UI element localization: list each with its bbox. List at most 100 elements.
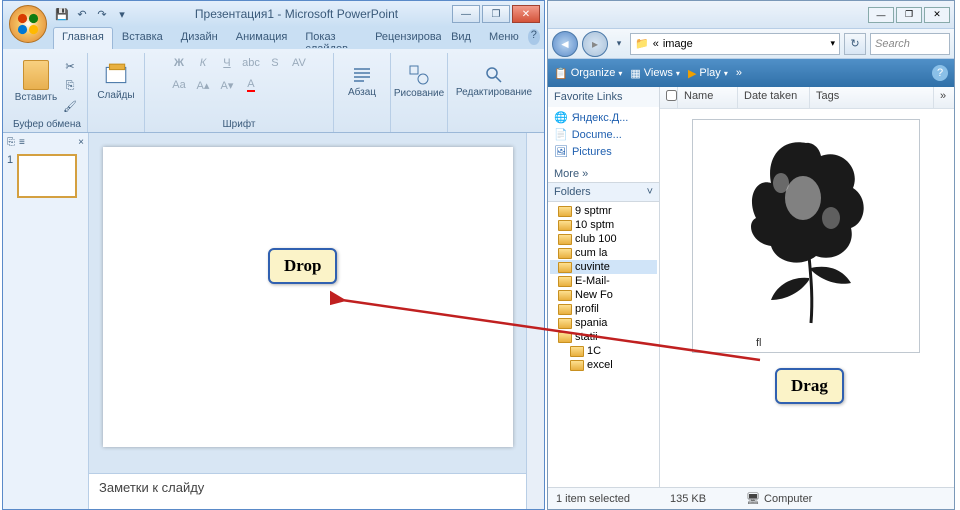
toolbar-help-icon[interactable]: ? [932,65,948,81]
tab-home[interactable]: Главная [53,27,113,49]
toolbar-more[interactable]: » [736,67,742,79]
drawing-button[interactable]: Рисование [397,53,441,109]
ex-close-button[interactable]: ✕ [924,7,950,23]
folder-node[interactable]: spania [550,316,657,330]
editing-button[interactable]: Редактирование [454,53,534,109]
folder-icon [558,304,572,315]
folder-icon [558,276,572,287]
address-bar[interactable]: 📁 « image ▾ [630,33,840,55]
folder-node[interactable]: E-Mail- [550,274,657,288]
refresh-button[interactable]: ↻ [844,33,866,55]
folder-node[interactable]: cum la [550,246,657,260]
minimize-button[interactable]: — [452,5,480,23]
tab-slideshow[interactable]: Показ слайдов [296,27,366,49]
folder-node[interactable]: 9 sptmr [550,204,657,218]
forward-button[interactable]: ▸ [582,31,608,57]
pp-titlebar: 💾 ↶ ↷ ▾ Презентация1 - Microsoft PowerPo… [3,1,544,27]
status-location: Computer [764,493,812,505]
undo-icon[interactable]: ↶ [73,5,91,23]
folder-node[interactable]: club 100 [550,232,657,246]
column-checkbox[interactable] [660,87,678,108]
ribbon-group-clipboard: Вставить ✂ ⎘ 🖌 Буфер обмена [7,53,88,132]
tab-menu[interactable]: Меню [480,27,528,49]
paragraph-button[interactable]: Абзац [340,53,384,109]
copy-icon[interactable]: ⎘ [60,77,80,95]
char-spacing-icon[interactable]: AV [288,53,310,73]
back-button[interactable]: ◄ [552,31,578,57]
play-menu[interactable]: ▶Play▾ [688,67,728,80]
office-button[interactable] [9,5,47,43]
format-painter-icon[interactable]: 🖌 [60,97,80,115]
tab-insert[interactable]: Вставка [113,27,172,49]
outline-tab-thumbnails-icon[interactable]: ⎘ [7,137,15,148]
panel-close-icon[interactable]: × [78,137,84,148]
column-date[interactable]: Date taken [738,87,810,108]
paste-button[interactable]: Вставить [14,53,58,109]
tab-review[interactable]: Рецензирование [366,27,442,49]
folders-header[interactable]: Folders˅ [548,182,659,202]
tab-design[interactable]: Дизайн [172,27,227,49]
slides-button[interactable]: Слайды [94,53,138,109]
slide-canvas[interactable] [89,133,526,473]
folder-icon [558,290,572,301]
underline-icon[interactable]: Ч [216,53,238,73]
favorites-more[interactable]: More » [548,166,659,182]
shadow-icon[interactable]: S [264,53,286,73]
pp-window-title: Презентация1 - Microsoft PowerPoint [143,7,450,21]
folder-node[interactable]: New Fo [550,288,657,302]
column-tags[interactable]: Tags [810,87,934,108]
search-input[interactable]: Search [870,33,950,55]
breadcrumb-current[interactable]: image [663,38,693,50]
folder-node[interactable]: 10 sptm [550,218,657,232]
close-button[interactable]: ✕ [512,5,540,23]
bold-icon[interactable]: Ж [168,53,190,73]
tab-view[interactable]: Вид [442,27,480,49]
folder-icon [558,206,572,217]
column-name[interactable]: Name [678,87,738,108]
help-icon[interactable]: ? [528,29,540,45]
strike-icon[interactable]: abc [240,53,262,73]
image-preview [696,123,916,333]
status-selection: 1 item selected [556,493,630,505]
column-more[interactable]: » [934,87,954,108]
font-grow-icon[interactable]: A▴ [192,75,214,95]
breadcrumb-sep[interactable]: « [653,38,659,50]
file-list[interactable]: fl [660,109,954,487]
qat-dropdown-icon[interactable]: ▾ [113,5,131,23]
address-dropdown-icon[interactable]: ▾ [830,38,835,49]
slide-thumbnail[interactable]: 1 [7,154,84,198]
ex-maximize-button[interactable]: ❐ [896,7,922,23]
ribbon: Вставить ✂ ⎘ 🖌 Буфер обмена Слайды Ж К [3,49,544,133]
folder-node[interactable]: cuvinte [550,260,657,274]
folder-node[interactable]: profil [550,302,657,316]
folder-icon [558,318,572,329]
font-color-icon[interactable]: A [240,75,262,95]
folder-node[interactable]: 1C [550,344,657,358]
folder-node[interactable]: excel [550,358,657,372]
favorite-link[interactable]: 📄Docume... [554,126,653,143]
ribbon-group-font: Ж К Ч abc S AV Aa A▴ A▾ A Шрифт [145,53,334,132]
italic-icon[interactable]: К [192,53,214,73]
favorite-link[interactable]: 🌐Яндекс.Д... [554,109,653,126]
slide[interactable] [103,147,513,447]
save-icon[interactable]: 💾 [53,5,71,23]
views-menu[interactable]: ▦Views▾ [630,67,680,80]
vertical-scrollbar[interactable] [526,133,544,509]
file-name: fl [696,333,916,349]
tab-animation[interactable]: Анимация [227,27,297,49]
redo-icon[interactable]: ↷ [93,5,111,23]
ribbon-group-editing: Редактирование [448,53,540,132]
notes-pane[interactable]: Заметки к слайду [89,473,526,509]
maximize-button[interactable]: ❐ [482,5,510,23]
cut-icon[interactable]: ✂ [60,57,80,75]
nav-history-dropdown-icon[interactable]: ▾ [612,31,626,57]
ex-minimize-button[interactable]: — [868,7,894,23]
file-item[interactable]: fl [692,119,920,353]
organize-menu[interactable]: 📋Organize▾ [554,67,622,80]
ribbon-group-paragraph: Абзац [334,53,391,132]
font-shrink-icon[interactable]: A▾ [216,75,238,95]
outline-tab-outline-icon[interactable]: ≡ [19,137,25,148]
clear-format-icon[interactable]: Aa [168,75,190,95]
favorite-link[interactable]: 🖼Pictures [554,143,653,160]
folder-node[interactable]: statii [550,330,657,344]
